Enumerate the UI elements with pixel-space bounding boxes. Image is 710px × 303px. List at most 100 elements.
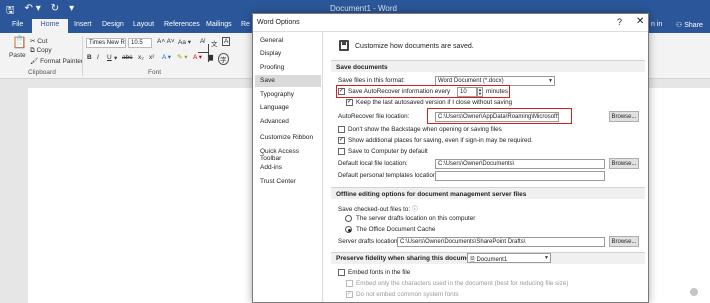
embed-fonts-checkbox[interactable] <box>338 269 345 276</box>
tab-layout[interactable]: Layout <box>133 21 154 28</box>
server-drafts-radio[interactable] <box>345 215 352 222</box>
grow-shrink-font-icons[interactable]: A˄ A˅ <box>157 38 175 45</box>
corner-circle-icon <box>690 288 698 296</box>
group-separator <box>82 36 83 76</box>
document-page[interactable] <box>28 88 253 303</box>
floppy-disk-icon <box>339 40 349 51</box>
save-format-value: Word Document (*.docx) <box>438 78 504 84</box>
nav-quick-access-toolbar[interactable]: Quick Access Toolbar <box>255 146 321 162</box>
checked-out-text: Save checked-out files to: <box>338 206 411 213</box>
fidelity-document-value: Document1 <box>476 257 508 263</box>
person-icon: ⚇ <box>676 22 685 29</box>
nav-typography[interactable]: Typography <box>255 89 321 101</box>
nav-customize-ribbon[interactable]: Customize Ribbon <box>255 132 321 144</box>
default-local-input[interactable]: C:\Users\Owner\Documents\ <box>435 159 605 169</box>
default-templates-label: Default personal templates location: <box>338 172 439 179</box>
share-button[interactable]: ⚇ Share <box>676 21 703 29</box>
default-local-label: Default local file location: <box>338 160 408 167</box>
word-options-dialog: Word Options ? ✕ General Display Proofin… <box>252 13 649 303</box>
font-size-dropdown[interactable]: 10.5 <box>128 38 152 48</box>
tab-mailings[interactable]: Mailings <box>206 21 232 28</box>
text-cursor-marker <box>198 52 208 53</box>
no-backstage-checkbox[interactable] <box>338 126 345 133</box>
location-highlight <box>427 108 572 124</box>
close-icon[interactable]: ✕ <box>636 16 644 27</box>
browse-default-local-button[interactable]: Browse... <box>609 158 639 169</box>
show-additional-label: Show additional places for saving, even … <box>348 137 533 144</box>
strikethrough-button[interactable]: abc <box>122 54 132 61</box>
bold-button[interactable]: B <box>87 54 92 61</box>
default-templates-input[interactable] <box>435 171 605 181</box>
options-content: Customize how documents are saved. Save … <box>331 32 645 302</box>
no-backstage-label: Don't show the Backstage when opening or… <box>348 126 502 133</box>
keep-last-checkbox[interactable]: ✓ <box>346 99 353 106</box>
enclose-characters-icon[interactable]: 字 <box>218 53 229 65</box>
drafts-location-input[interactable]: C:\Users\Owner\Documents\SharePoint Draf… <box>397 237 605 247</box>
server-drafts-option-label: The server drafts location on this compu… <box>356 215 476 222</box>
no-common-fonts-label: Do not embed common system fonts <box>356 291 459 298</box>
font-name-dropdown[interactable]: Times New R <box>86 38 126 48</box>
font-group-label: Font <box>148 69 162 76</box>
help-icon[interactable]: ? <box>617 17 622 27</box>
browse-drafts-button[interactable]: Browse... <box>609 236 639 247</box>
office-cache-option-label: The Office Document Cache <box>356 226 436 233</box>
fidelity-label: Preserve fidelity when sharing this docu… <box>336 255 479 262</box>
save-computer-checkbox[interactable] <box>338 148 345 155</box>
underline-button[interactable]: U <box>107 54 112 61</box>
dialog-title-bar: Word Options ? ✕ <box>253 14 648 32</box>
format-painter-button[interactable]: 🖌 Format Painter <box>30 57 83 65</box>
office-cache-radio[interactable] <box>345 226 352 233</box>
nav-add-ins[interactable]: Add-ins <box>255 162 321 174</box>
tab-references[interactable]: References <box>164 21 200 28</box>
nav-proofing[interactable]: Proofing <box>255 62 321 74</box>
show-additional-checkbox[interactable]: ✓ <box>338 137 345 144</box>
save-computer-label: Save to Computer by default <box>348 148 428 155</box>
copy-button[interactable]: ⧉ Copy <box>30 47 52 55</box>
embed-used-label: Embed only the characters used in the do… <box>356 280 569 287</box>
autorecover-highlight <box>336 85 510 98</box>
keep-last-label: Keep the last autosaved version if I clo… <box>356 99 513 106</box>
section-save-documents: Save documents <box>331 60 645 72</box>
tab-review[interactable]: Re <box>241 21 250 28</box>
paste-button[interactable]: Paste <box>9 52 26 59</box>
options-nav: General Display Proofing Save Typography… <box>253 32 323 302</box>
copy-label: Copy <box>36 47 52 54</box>
browse-autorecover-button[interactable]: Browse... <box>609 111 639 122</box>
text-cursor <box>208 44 209 62</box>
paste-icon[interactable]: 📋 <box>12 35 27 49</box>
document-page-right[interactable] <box>648 88 710 303</box>
subscript-button[interactable]: x₂ <box>138 54 144 61</box>
sign-in-link[interactable]: n in <box>651 21 662 28</box>
text-effects-icon[interactable]: A ▾ <box>162 53 171 61</box>
embed-used-checkbox[interactable] <box>346 280 353 287</box>
page-header: Customize how documents are saved. <box>355 43 474 50</box>
no-common-fonts-checkbox[interactable]: ✓ <box>346 291 353 298</box>
change-case-icon[interactable]: Aa ▾ <box>178 38 191 46</box>
italic-button[interactable]: I <box>97 54 99 61</box>
tab-file[interactable]: File <box>12 21 23 28</box>
nav-advanced[interactable]: Advanced <box>255 116 321 128</box>
tab-insert[interactable]: Insert <box>74 21 92 28</box>
document-title: Document1 - Word <box>330 4 397 13</box>
font-color-icon[interactable]: A ▾ <box>193 53 202 61</box>
cut-button[interactable]: ✂ Cut <box>30 37 47 45</box>
save-format-label: Save files in this format: <box>338 77 405 84</box>
superscript-button[interactable]: x² <box>149 54 154 61</box>
fidelity-document-dropdown[interactable]: 🗎 Document1 ▼ <box>467 253 551 263</box>
share-label: Share <box>684 22 703 29</box>
cut-label: Cut <box>37 38 48 45</box>
embed-fonts-label: Embed fonts in the file <box>348 269 411 276</box>
brush-icon: 🖌 <box>30 58 41 65</box>
highlight-color-icon[interactable]: ✎ ▾ <box>177 53 188 61</box>
clear-formatting-icon[interactable]: A̸ <box>200 38 204 45</box>
nav-general[interactable]: General <box>255 35 321 47</box>
phonetic-guide-icon[interactable]: 文 <box>211 38 218 48</box>
tab-home[interactable]: Home <box>32 19 68 33</box>
nav-save[interactable]: Save <box>255 75 321 87</box>
nav-display[interactable]: Display <box>255 48 321 60</box>
nav-trust-center[interactable]: Trust Center <box>255 176 321 188</box>
tab-design[interactable]: Design <box>102 21 124 28</box>
underline-dropdown-icon[interactable]: ▾ <box>114 54 117 62</box>
character-border-icon[interactable]: A <box>222 37 231 46</box>
nav-language[interactable]: Language <box>255 102 321 114</box>
